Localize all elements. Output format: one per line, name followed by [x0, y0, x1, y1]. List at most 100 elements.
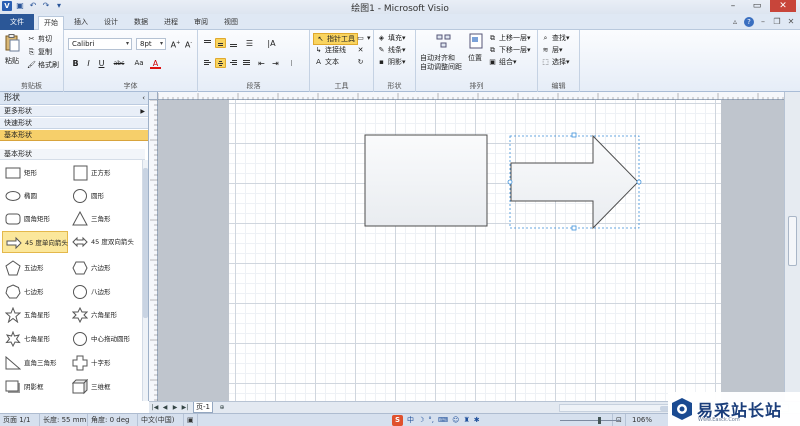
- change-case-button[interactable]: Aa: [132, 58, 146, 69]
- quick-shapes-row[interactable]: 快速形状: [0, 118, 148, 129]
- stencil-item[interactable]: 三维框: [69, 376, 135, 398]
- stencil-scrollbar[interactable]: [142, 160, 148, 401]
- tab-view[interactable]: 视图: [218, 16, 244, 30]
- tab-design[interactable]: 设计: [98, 16, 124, 30]
- stencil-item[interactable]: 圆形: [69, 185, 135, 207]
- bring-forward-button[interactable]: ⧉ 上移一层▾: [488, 33, 531, 43]
- last-page-icon[interactable]: ▶|: [181, 403, 189, 412]
- fill-button[interactable]: ◈ 填充▾: [377, 33, 406, 43]
- stencil-item[interactable]: 阴影框: [2, 376, 68, 398]
- stencil-item[interactable]: 七角星形: [2, 328, 68, 350]
- doc-restore-icon[interactable]: ❐: [772, 17, 782, 27]
- position-button[interactable]: 位置: [468, 33, 486, 73]
- zoom-level[interactable]: 106%: [632, 414, 652, 426]
- text-tool-button[interactable]: A 文本: [314, 57, 339, 67]
- basic-shapes-row[interactable]: 基本形状: [0, 130, 148, 141]
- ime-mode[interactable]: 中: [407, 415, 414, 426]
- font-family-select[interactable]: Calibri: [68, 38, 132, 50]
- bullets-icon[interactable]: ⁝: [286, 58, 297, 69]
- stencil-item[interactable]: 五角星形: [2, 304, 68, 326]
- connection-point-button[interactable]: ✕: [356, 45, 367, 55]
- strikethrough-button[interactable]: abc: [111, 58, 127, 69]
- insert-page-icon[interactable]: ⊕: [217, 403, 227, 412]
- stencil-item[interactable]: 45 度双向箭头: [69, 231, 135, 253]
- find-button[interactable]: ⌕ 查找▾: [541, 33, 570, 43]
- stencil-item[interactable]: 七边形: [2, 281, 68, 303]
- send-backward-button[interactable]: ⧉ 下移一层▾: [488, 45, 531, 55]
- stencil-item[interactable]: 45 度单向箭头: [2, 231, 68, 253]
- handle-right[interactable]: [636, 179, 642, 185]
- collapse-panel-icon[interactable]: ‹: [142, 92, 145, 104]
- grow-font-icon[interactable]: A+: [170, 38, 181, 50]
- moon-icon[interactable]: ☽: [418, 415, 424, 426]
- bold-button[interactable]: B: [70, 58, 81, 69]
- status-language[interactable]: 中文(中国): [138, 414, 184, 426]
- help-icon[interactable]: ?: [744, 17, 754, 27]
- stencil-item[interactable]: 圆角矩形: [2, 208, 68, 230]
- shadow-button[interactable]: ▪ 阴影▾: [377, 57, 405, 67]
- shrink-font-icon[interactable]: A-: [183, 38, 194, 50]
- align-left-icon[interactable]: [202, 58, 213, 68]
- copy-button[interactable]: ⎘ 复制: [27, 47, 52, 57]
- auto-align-space-button[interactable]: 自动对齐和 自动调整间距: [420, 33, 468, 73]
- drawing-canvas[interactable]: [158, 100, 784, 401]
- align-center-icon[interactable]: [215, 58, 226, 68]
- sogou-logo-icon[interactable]: S: [392, 415, 403, 426]
- stencil-item[interactable]: 矩形: [2, 162, 68, 184]
- rotate-button[interactable]: ↻: [356, 57, 367, 67]
- format-painter-button[interactable]: 🖌 格式刷: [27, 60, 59, 70]
- paste-button[interactable]: 粘贴: [4, 34, 22, 70]
- stencil-item[interactable]: 五边形: [2, 257, 68, 279]
- increase-indent-icon[interactable]: ⇥: [270, 58, 281, 69]
- vertical-scroll-thumb[interactable]: [788, 216, 797, 266]
- close-icon[interactable]: ✕: [770, 0, 796, 12]
- group-button[interactable]: ▣ 组合▾: [488, 57, 516, 67]
- minimize-ribbon-icon[interactable]: ▵: [730, 17, 740, 27]
- align-middle-icon[interactable]: [215, 38, 226, 48]
- tab-home[interactable]: 开始: [38, 16, 64, 31]
- tab-file[interactable]: 文件: [0, 14, 34, 30]
- stencil-item[interactable]: 十字形: [69, 352, 135, 374]
- align-top-icon[interactable]: [202, 38, 213, 48]
- status-page[interactable]: 页面 1/1: [0, 414, 40, 426]
- stencil-item[interactable]: 正方形: [69, 162, 135, 184]
- select-button[interactable]: ⬚ 选择▾: [541, 57, 569, 67]
- more-shapes-row[interactable]: 更多形状 ▶: [0, 106, 148, 117]
- vertical-scrollbar[interactable]: [784, 92, 800, 401]
- stencil-item[interactable]: 八边形: [69, 281, 135, 303]
- text-direction-icon[interactable]: |A: [266, 38, 277, 49]
- stencil-item[interactable]: 六角星形: [69, 304, 135, 326]
- rectangle-tool-button[interactable]: ▭ ▾: [356, 33, 370, 43]
- handle-top[interactable]: [571, 132, 577, 138]
- layers-button[interactable]: ≋ 层▾: [541, 45, 563, 55]
- tab-process[interactable]: 进程: [158, 16, 184, 30]
- tab-review[interactable]: 审阅: [188, 16, 214, 30]
- pointer-tool-button[interactable]: ↖ 指针工具: [313, 33, 358, 45]
- handle-left[interactable]: [507, 179, 513, 185]
- doc-minimize-icon[interactable]: –: [758, 17, 768, 27]
- zoom-slider[interactable]: [560, 417, 620, 424]
- drawing-page[interactable]: [229, 100, 721, 401]
- stencil-item[interactable]: 六边形: [69, 257, 135, 279]
- align-bottom-icon[interactable]: [228, 38, 239, 48]
- stencil-item[interactable]: 椭圆: [2, 185, 68, 207]
- cut-button[interactable]: ✂ 剪切: [27, 34, 52, 44]
- minimize-icon[interactable]: –: [722, 0, 744, 12]
- user-icon[interactable]: ☺: [452, 415, 459, 426]
- tools-icon[interactable]: ✱: [474, 415, 480, 426]
- stencil-item[interactable]: 直角三角形: [2, 352, 68, 374]
- keyboard-icon[interactable]: ⌨: [438, 415, 448, 426]
- line-button[interactable]: ✎ 线条▾: [377, 45, 406, 55]
- doc-close-icon[interactable]: ✕: [786, 17, 796, 27]
- arrow-shape[interactable]: [510, 134, 639, 230]
- align-right-icon[interactable]: [228, 58, 239, 68]
- decrease-indent-icon[interactable]: ⇤: [256, 58, 267, 69]
- first-page-icon[interactable]: |◀: [151, 403, 159, 412]
- punct-icon[interactable]: °,: [428, 415, 434, 426]
- italic-button[interactable]: I: [83, 58, 94, 69]
- justify-icon[interactable]: [241, 58, 252, 68]
- maximize-icon[interactable]: ▭: [746, 0, 768, 12]
- next-page-icon[interactable]: ▶: [171, 403, 179, 412]
- prev-page-icon[interactable]: ◀: [161, 403, 169, 412]
- stencil-item[interactable]: 三角形: [69, 208, 135, 230]
